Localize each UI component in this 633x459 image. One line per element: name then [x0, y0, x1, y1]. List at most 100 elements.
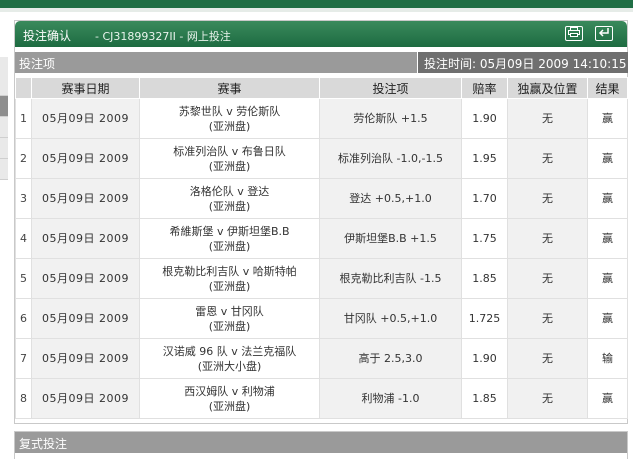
row-index: 1 — [15, 98, 32, 139]
row-result: 赢 — [587, 378, 628, 419]
row-date: 05月09日 2009 — [31, 138, 140, 179]
match-market: (亚洲盘) — [208, 319, 251, 333]
match-market: (亚洲盘) — [208, 199, 251, 213]
table-row: 7 05月09日 2009 汉诺威 96 队 v 法兰克福队 (亚洲大小盘) 高于… — [15, 338, 628, 379]
row-bet: 根克勒比利吉队 -1.5 — [319, 258, 462, 299]
row-odds: 1.90 — [461, 98, 508, 139]
match-market: (亚洲盘) — [208, 159, 251, 173]
match-market: (亚洲盘) — [208, 119, 251, 133]
bet-items-section-bar: 投注项 投注时间: 05月09日 2009 14:10:15 — [15, 52, 628, 73]
row-match: 雷恩 v 甘冈队 (亚洲盘) — [139, 298, 320, 339]
row-bet: 登达 +0.5,+1.0 — [319, 178, 462, 219]
bets-table: 赛事日期 赛事 投注项 赔率 独赢及位置 结果 1 05月09日 2009 苏黎… — [15, 77, 628, 419]
row-odds: 1.75 — [461, 218, 508, 259]
bet-time: 投注时间: 05月09日 2009 14:10:15 — [424, 57, 627, 71]
row-match: 根克勒比利吉队 v 哈斯特帕 (亚洲盘) — [139, 258, 320, 299]
row-match: 标准列治队 v 布鲁日队 (亚洲盘) — [139, 138, 320, 179]
row-odds: 1.90 — [461, 338, 508, 379]
table-row: 2 05月09日 2009 标准列治队 v 布鲁日队 (亚洲盘) 标准列治队 -1… — [15, 138, 628, 179]
back-arrow-icon — [598, 28, 609, 37]
row-date: 05月09日 2009 — [31, 258, 140, 299]
match-market: (亚洲盘) — [208, 279, 251, 293]
panel-header: 投注确认 - CJ31899327II - 网上投注 — [15, 21, 627, 47]
row-bet: 利物浦 -1.0 — [319, 378, 462, 419]
printer-icon — [568, 27, 580, 37]
row-bet: 甘冈队 +0.5,+1.0 — [319, 298, 462, 339]
row-index: 5 — [15, 258, 32, 299]
table-header-row: 赛事日期 赛事 投注项 赔率 独赢及位置 结果 — [15, 77, 628, 99]
page-title: 投注确认 — [23, 29, 72, 43]
match-teams: 西汉姆队 v 利物浦 — [184, 384, 275, 398]
match-market: (亚洲盘) — [208, 239, 251, 253]
row-index: 7 — [15, 338, 32, 379]
table-row: 6 05月09日 2009 雷恩 v 甘冈队 (亚洲盘) 甘冈队 +0.5,+1.… — [15, 298, 628, 339]
row-index: 8 — [15, 378, 32, 419]
row-date: 05月09日 2009 — [31, 338, 140, 379]
row-odds: 1.95 — [461, 138, 508, 179]
row-match: 西汉姆队 v 利物浦 (亚洲盘) — [139, 378, 320, 419]
row-match: 汉诺威 96 队 v 法兰克福队 (亚洲大小盘) — [139, 338, 320, 379]
col-header-index — [15, 77, 32, 99]
match-teams: 标准列治队 v 布鲁日队 — [173, 144, 286, 158]
parlay-section-label: 复式投注 — [19, 437, 68, 451]
sidebar-tab[interactable] — [0, 117, 8, 138]
col-header-bet: 投注项 — [319, 77, 462, 99]
row-result: 输 — [587, 338, 628, 379]
match-teams: 雷恩 v 甘冈队 — [195, 304, 264, 318]
match-market: (亚洲盘) — [208, 399, 251, 413]
left-sidebar-strip — [0, 12, 10, 459]
row-date: 05月09日 2009 — [31, 218, 140, 259]
sidebar-tab[interactable] — [0, 159, 8, 180]
row-date: 05月09日 2009 — [31, 98, 140, 139]
back-button[interactable] — [595, 26, 613, 41]
top-bar — [0, 0, 633, 8]
col-header-place: 独赢及位置 — [507, 77, 588, 99]
table-row: 3 05月09日 2009 洛格伦队 v 登达 (亚洲盘) 登达 +0.5,+1.… — [15, 178, 628, 219]
print-button[interactable] — [565, 26, 583, 41]
parlay-section-bar: 复式投注 — [14, 431, 628, 454]
match-teams: 汉诺威 96 队 v 法兰克福队 — [162, 344, 297, 358]
table-row: 4 05月09日 2009 希維斯堡 v 伊斯坦堡B.B (亚洲盘) 伊斯坦堡B.… — [15, 218, 628, 259]
row-place: 无 — [507, 338, 588, 379]
row-date: 05月09日 2009 — [31, 178, 140, 219]
row-result: 赢 — [587, 298, 628, 339]
bet-confirmation-panel: 投注确认 - CJ31899327II - 网上投注 投注项 投注时间: 05月… — [14, 20, 628, 424]
row-bet: 标准列治队 -1.0,-1.5 — [319, 138, 462, 179]
sidebar-tab[interactable] — [0, 57, 8, 96]
table-row: 1 05月09日 2009 苏黎世队 v 劳伦斯队 (亚洲盘) 劳伦斯队 +1.5… — [15, 98, 628, 139]
row-odds: 1.725 — [461, 298, 508, 339]
row-match: 希維斯堡 v 伊斯坦堡B.B (亚洲盘) — [139, 218, 320, 259]
sidebar-tab-active[interactable] — [0, 96, 8, 117]
row-odds: 1.70 — [461, 178, 508, 219]
row-date: 05月09日 2009 — [31, 378, 140, 419]
ticket-code: - CJ31899327II - 网上投注 — [95, 30, 231, 43]
match-teams: 希維斯堡 v 伊斯坦堡B.B — [169, 224, 290, 238]
row-result: 赢 — [587, 258, 628, 299]
row-bet: 伊斯坦堡B.B +1.5 — [319, 218, 462, 259]
row-match: 苏黎世队 v 劳伦斯队 (亚洲盘) — [139, 98, 320, 139]
row-date: 05月09日 2009 — [31, 298, 140, 339]
row-bet: 高于 2.5,3.0 — [319, 338, 462, 379]
match-market: (亚洲大小盘) — [197, 359, 262, 373]
table-row: 8 05月09日 2009 西汉姆队 v 利物浦 (亚洲盘) 利物浦 -1.0 1… — [15, 378, 628, 419]
row-odds: 1.85 — [461, 378, 508, 419]
bet-time-box: 投注时间: 05月09日 2009 14:10:15 — [417, 52, 628, 73]
row-result: 赢 — [587, 178, 628, 219]
match-teams: 根克勒比利吉队 v 哈斯特帕 — [162, 264, 297, 278]
top-bar-divider — [0, 8, 633, 12]
row-place: 无 — [507, 258, 588, 299]
row-place: 无 — [507, 298, 588, 339]
row-place: 无 — [507, 218, 588, 259]
col-header-date: 赛事日期 — [31, 77, 140, 99]
col-header-result: 结果 — [587, 77, 628, 99]
row-match: 洛格伦队 v 登达 (亚洲盘) — [139, 178, 320, 219]
table-row: 5 05月09日 2009 根克勒比利吉队 v 哈斯特帕 (亚洲盘) 根克勒比利吉… — [15, 258, 628, 299]
row-result: 赢 — [587, 218, 628, 259]
row-odds: 1.85 — [461, 258, 508, 299]
parlay-section-body — [14, 453, 628, 459]
row-result: 赢 — [587, 98, 628, 139]
row-result: 赢 — [587, 138, 628, 179]
sidebar-tab[interactable] — [0, 138, 8, 159]
col-header-odds: 赔率 — [461, 77, 508, 99]
row-place: 无 — [507, 378, 588, 419]
